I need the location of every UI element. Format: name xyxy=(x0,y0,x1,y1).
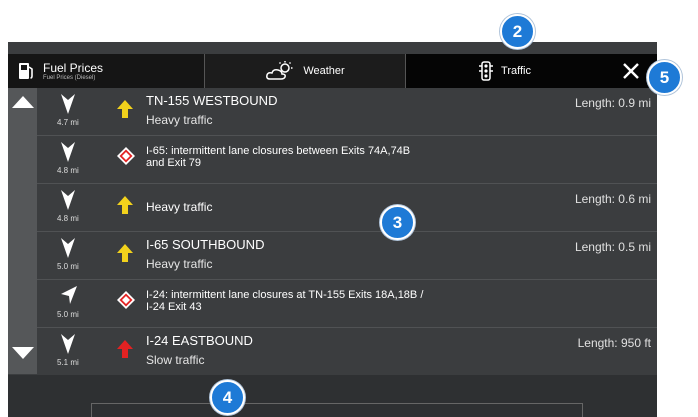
direction-arrow-icon xyxy=(61,94,75,114)
tab-traffic[interactable]: Traffic xyxy=(406,54,604,88)
incident-text: I-24: intermittent lane closures at TN-1… xyxy=(146,289,424,313)
length-label: Length: 0.6 mi xyxy=(574,192,651,206)
traffic-description: Heavy traffic xyxy=(146,113,213,127)
road-title: TN-155 WESTBOUND xyxy=(146,93,278,108)
tab-bar: Fuel Prices Fuel Prices (Diesel) Weather xyxy=(8,54,657,88)
callout-badge-3: 3 xyxy=(380,205,415,240)
road-title: I-65 SOUTHBOUND xyxy=(146,237,265,252)
scrollbar[interactable] xyxy=(8,88,37,374)
fuel-pump-icon xyxy=(19,63,33,79)
slow-traffic-arrow-icon xyxy=(117,340,133,358)
traffic-row[interactable]: 5.0 mi I-65 SOUTHBOUND Heavy traffic Len… xyxy=(37,232,657,280)
direction-arrow-icon xyxy=(61,334,75,354)
tab-weather[interactable]: Weather xyxy=(205,54,406,88)
distance-label: 4.8 mi xyxy=(57,214,79,223)
distance-label: 5.0 mi xyxy=(57,262,79,271)
callout-badge-4: 4 xyxy=(210,380,245,415)
length-label: Length: 0.9 mi xyxy=(574,96,651,110)
distance-label: 5.0 mi xyxy=(57,310,79,319)
distance-label: 5.1 mi xyxy=(57,358,79,367)
heavy-traffic-arrow-icon xyxy=(117,196,133,214)
cloud-sun-icon xyxy=(266,61,293,80)
road-title: I-24 EASTBOUND xyxy=(146,333,253,348)
direction-arrow-icon xyxy=(61,238,75,258)
traffic-list[interactable]: 4.7 mi TN-155 WESTBOUND Heavy traffic Le… xyxy=(8,88,657,376)
traffic-row[interactable]: 4.8 mi Heavy traffic Length: 0.6 mi xyxy=(37,184,657,232)
traffic-description: Slow traffic xyxy=(146,353,205,367)
direction-arrow-icon xyxy=(61,286,77,304)
length-label: Length: 950 ft xyxy=(577,336,651,350)
bottom-bar xyxy=(8,375,657,417)
traffic-light-icon xyxy=(479,61,494,81)
heavy-traffic-arrow-icon xyxy=(117,244,133,262)
traffic-description: Heavy traffic xyxy=(146,200,213,214)
tab-traffic-label: Traffic xyxy=(501,65,531,77)
length-label: Length: 0.5 mi xyxy=(574,240,651,254)
scroll-up-arrow-icon[interactable] xyxy=(12,96,34,108)
traffic-row[interactable]: 4.8 mi I-65: intermittent lane closures … xyxy=(37,136,657,184)
tab-weather-label: Weather xyxy=(303,65,345,77)
construction-sign-icon xyxy=(117,147,135,165)
heavy-traffic-arrow-icon xyxy=(117,100,133,118)
direction-arrow-icon xyxy=(61,142,75,162)
close-icon xyxy=(622,63,639,79)
traffic-row[interactable]: 5.0 mi I-24: intermittent lane closures … xyxy=(37,280,657,328)
direction-arrow-icon xyxy=(61,190,75,210)
distance-label: 4.8 mi xyxy=(57,166,79,175)
tab-fuel-subtitle: Fuel Prices (Diesel) xyxy=(43,74,96,81)
traffic-screen: Fuel Prices Fuel Prices (Diesel) Weather xyxy=(8,42,657,417)
bottom-panel xyxy=(91,403,583,417)
callout-badge-2: 2 xyxy=(500,14,535,49)
traffic-row[interactable]: 5.1 mi I-24 EASTBOUND Slow traffic Lengt… xyxy=(37,328,657,376)
tab-fuel-prices[interactable]: Fuel Prices Fuel Prices (Diesel) xyxy=(8,54,205,88)
traffic-row[interactable]: 4.7 mi TN-155 WESTBOUND Heavy traffic Le… xyxy=(37,88,657,136)
traffic-description: Heavy traffic xyxy=(146,257,213,271)
tab-fuel-title: Fuel Prices xyxy=(43,60,104,75)
incident-text: I-65: intermittent lane closures between… xyxy=(146,145,411,169)
callout-badge-5: 5 xyxy=(647,60,682,95)
distance-label: 4.7 mi xyxy=(57,118,79,127)
scroll-down-arrow-icon[interactable] xyxy=(12,347,34,359)
construction-sign-icon xyxy=(117,291,135,309)
